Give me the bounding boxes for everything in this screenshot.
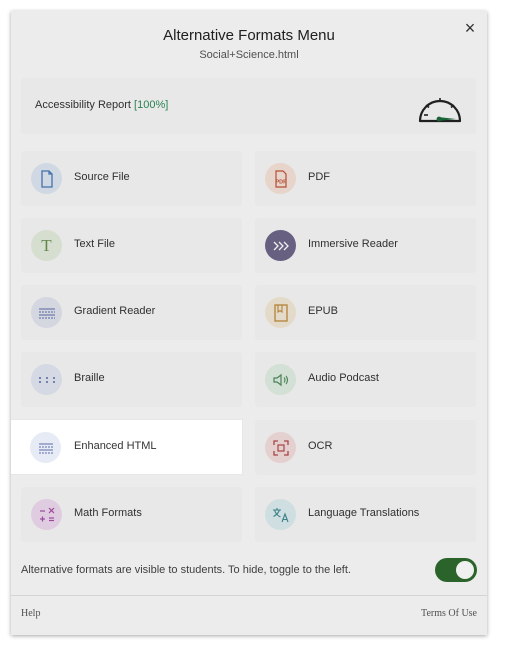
format-label: Gradient Reader — [74, 305, 156, 317]
speaker-icon — [265, 364, 296, 395]
report-percent: [100%] — [134, 99, 169, 111]
svg-text:PDF: PDF — [275, 179, 287, 185]
format-math-formats[interactable]: Math Formats — [21, 487, 242, 542]
format-source-file[interactable]: Source File — [21, 151, 242, 206]
alternative-formats-modal: Alternative Formats Menu Social+Science.… — [11, 11, 487, 635]
file-name: Social+Science.html — [199, 49, 299, 61]
format-enhanced-html[interactable]: Enhanced HTML — [11, 420, 242, 474]
toggle-knob — [456, 561, 474, 579]
book-icon — [265, 297, 296, 328]
format-language-translations[interactable]: Language Translations — [255, 487, 476, 542]
braille-dots-icon — [31, 364, 62, 395]
format-label: Immersive Reader — [308, 238, 398, 250]
format-label: Source File — [74, 171, 130, 183]
immersive-reader-icon — [265, 230, 296, 261]
format-label: EPUB — [308, 305, 338, 317]
format-label: Braille — [74, 372, 105, 384]
format-label: Math Formats — [74, 507, 142, 519]
pdf-icon: PDF — [265, 163, 296, 194]
translate-icon — [265, 499, 296, 530]
gradient-lines-icon — [31, 297, 62, 328]
format-label: Audio Podcast — [308, 372, 379, 384]
format-text-file[interactable]: T Text File — [21, 218, 242, 273]
format-label: Enhanced HTML — [74, 440, 157, 452]
modal-title: Alternative Formats Menu — [163, 27, 335, 44]
format-epub[interactable]: EPUB — [255, 285, 476, 340]
terms-of-use-link[interactable]: Terms Of Use — [421, 608, 477, 619]
format-braille[interactable]: Braille — [21, 352, 242, 407]
report-label: Accessibility Report — [35, 99, 131, 111]
visibility-message: Alternative formats are visible to stude… — [21, 564, 351, 576]
format-pdf[interactable]: PDF PDF — [255, 151, 476, 206]
format-label: PDF — [308, 171, 330, 183]
close-icon[interactable]: × — [461, 19, 479, 37]
format-immersive-reader[interactable]: Immersive Reader — [255, 218, 476, 273]
accessibility-report[interactable]: Accessibility Report [100%] — [21, 78, 476, 134]
math-symbols-icon — [31, 499, 62, 530]
text-t-icon: T — [31, 230, 62, 261]
format-ocr[interactable]: OCR — [255, 420, 476, 475]
ocr-scan-icon — [265, 432, 296, 463]
format-label: Text File — [74, 238, 115, 250]
visibility-toggle[interactable] — [435, 558, 477, 582]
enhanced-lines-icon — [30, 432, 61, 463]
format-label: OCR — [308, 440, 333, 452]
format-label: Language Translations — [308, 507, 420, 519]
format-audio-podcast[interactable]: Audio Podcast — [255, 352, 476, 407]
footer-divider — [11, 595, 487, 596]
format-gradient-reader[interactable]: Gradient Reader — [21, 285, 242, 340]
file-icon — [31, 163, 62, 194]
speedometer-icon — [418, 98, 462, 123]
help-link[interactable]: Help — [21, 608, 40, 619]
